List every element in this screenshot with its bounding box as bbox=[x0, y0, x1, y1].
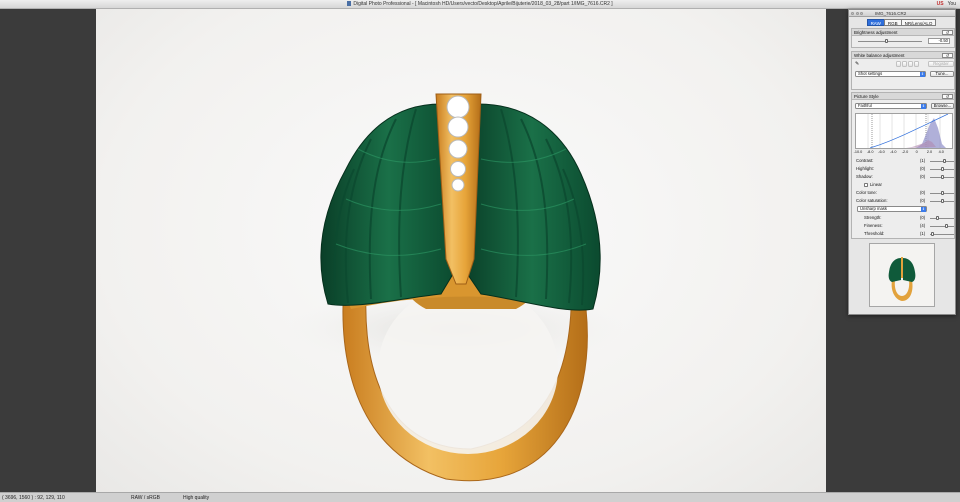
ring-photo bbox=[286, 93, 626, 482]
document-icon bbox=[347, 1, 352, 6]
zoom-icon[interactable] bbox=[860, 12, 863, 15]
color-saturation-label: Color saturation: bbox=[856, 198, 888, 203]
select-arrows-icon: ⇕ bbox=[921, 104, 926, 109]
highlight-value: (0) bbox=[920, 166, 926, 171]
hist-tick: 0 bbox=[915, 150, 918, 154]
user-menu[interactable]: You bbox=[948, 1, 956, 7]
picture-style-select-value: Faithful bbox=[858, 103, 872, 108]
picture-style-reset-icon[interactable]: ↺ bbox=[942, 93, 953, 99]
threshold-label: Threshold: bbox=[864, 231, 885, 236]
fineness-value: (4) bbox=[920, 223, 926, 228]
strength-slider[interactable] bbox=[930, 217, 954, 219]
select-arrows-icon: ⇕ bbox=[921, 207, 926, 212]
contrast-label: Contrast: bbox=[856, 158, 874, 163]
tool-palette: IMG_7616.CR2 RAW RGB NR/Lens/ALO Brightn… bbox=[848, 9, 956, 315]
photo-canvas[interactable] bbox=[96, 9, 826, 492]
picture-style-section: Picture Style ↺ Faithful ⇕ Browse... -10… bbox=[851, 92, 955, 239]
hist-tick: -8.0 bbox=[866, 150, 874, 154]
navigator-thumbnail[interactable] bbox=[869, 243, 935, 307]
window-title: Digital Photo Professional - [ Macintosh… bbox=[0, 1, 960, 7]
brightness-label: Brightness adjustment bbox=[854, 30, 898, 35]
tab-raw[interactable]: RAW bbox=[866, 19, 885, 26]
brightness-header: Brightness adjustment ↺ bbox=[852, 29, 954, 36]
wb-swatch-2 bbox=[902, 61, 907, 67]
highlight-label: Highlight: bbox=[856, 166, 874, 171]
picture-style-header: Picture Style ↺ bbox=[852, 93, 954, 100]
contrast-slider-thumb[interactable] bbox=[942, 158, 946, 163]
hist-tick: 4.0 bbox=[938, 150, 944, 154]
minimize-icon[interactable] bbox=[855, 12, 859, 15]
color-tone-slider-thumb[interactable] bbox=[940, 190, 944, 195]
hist-tick: -2.0 bbox=[901, 150, 909, 154]
fineness-slider[interactable] bbox=[930, 225, 954, 227]
palette-tabs: RAW RGB NR/Lens/ALO bbox=[849, 19, 955, 26]
hist-tick: -4.0 bbox=[889, 150, 897, 154]
color-saturation-value: (0) bbox=[920, 198, 926, 203]
hist-tick: -6.0 bbox=[878, 150, 885, 154]
threshold-slider-thumb[interactable] bbox=[930, 231, 934, 236]
highlight-slider-thumb[interactable] bbox=[940, 166, 944, 171]
hist-tick: -10.0 bbox=[853, 150, 863, 154]
image-viewer bbox=[0, 9, 960, 492]
wb-swatch-1 bbox=[896, 61, 901, 67]
shadow-slider-thumb[interactable] bbox=[940, 174, 944, 179]
wb-swatch-4 bbox=[914, 61, 919, 67]
format-info: RAW / sRGB bbox=[131, 495, 160, 501]
select-arrows-icon: ⇕ bbox=[920, 72, 925, 77]
linear-label: Linear bbox=[870, 182, 882, 187]
tone-curve-graph bbox=[867, 113, 949, 149]
sharpness-mode-select[interactable]: Unsharp mask ⇕ bbox=[857, 206, 927, 212]
white-balance-select[interactable]: Shot settings ⇕ bbox=[855, 71, 926, 77]
white-balance-select-value: Shot settings bbox=[858, 71, 883, 76]
hist-tick: 2.0 bbox=[926, 150, 933, 154]
threshold-value: (1) bbox=[920, 231, 926, 236]
palette-title: IMG_7616.CR2 bbox=[875, 11, 907, 16]
picture-style-label: Picture Style bbox=[854, 94, 879, 99]
strength-label: Strength: bbox=[864, 215, 882, 220]
palette-titlebar[interactable]: IMG_7616.CR2 bbox=[849, 10, 955, 17]
brightness-slider[interactable] bbox=[858, 40, 922, 42]
register-button[interactable]: Register bbox=[928, 61, 954, 67]
flag-icon[interactable]: US bbox=[937, 1, 944, 7]
eyedropper-icon[interactable]: ✎ bbox=[855, 61, 862, 67]
tune-button[interactable]: Tune... bbox=[930, 71, 954, 77]
color-tone-value: (0) bbox=[920, 190, 926, 195]
linear-checkbox[interactable] bbox=[864, 182, 868, 187]
browse-button[interactable]: Browse... bbox=[931, 103, 954, 109]
shadow-label: Shadow: bbox=[856, 174, 873, 179]
menubar-extras: US You bbox=[937, 1, 956, 7]
sharpness-mode-value: Unsharp mask bbox=[860, 206, 887, 211]
window-titlebar: Digital Photo Professional - [ Macintosh… bbox=[0, 0, 960, 9]
strength-value: (0) bbox=[920, 215, 926, 220]
brightness-reset-icon[interactable]: ↺ bbox=[942, 29, 953, 35]
contrast-value: (1) bbox=[920, 158, 926, 163]
brightness-value[interactable]: -0.50 bbox=[928, 38, 950, 44]
tone-curve-histogram[interactable] bbox=[855, 113, 953, 149]
shadow-value: (0) bbox=[920, 174, 926, 179]
histogram-axis: -10.0 -8.0 -6.0 -4.0 -2.0 0 2.0 4.0 bbox=[853, 150, 953, 155]
white-balance-section: White balance adjustment ↺ ✎ Register Sh… bbox=[851, 51, 955, 90]
status-bar: ( 3696, 1560 ) : 92, 129, 110 RAW / sRGB… bbox=[0, 492, 960, 502]
strength-slider-thumb[interactable] bbox=[935, 215, 939, 220]
close-icon[interactable] bbox=[851, 12, 854, 15]
quality-info: High quality bbox=[183, 495, 210, 501]
color-tone-label: Color tone: bbox=[856, 190, 878, 195]
tab-rgb[interactable]: RGB bbox=[883, 19, 902, 26]
white-balance-label: White balance adjustment bbox=[854, 53, 905, 58]
fineness-slider-thumb[interactable] bbox=[945, 223, 949, 228]
color-saturation-slider-thumb[interactable] bbox=[940, 198, 944, 203]
wb-swatch-3 bbox=[908, 61, 913, 67]
brightness-slider-thumb[interactable] bbox=[885, 38, 889, 43]
white-balance-reset-icon[interactable]: ↺ bbox=[942, 52, 953, 58]
pixel-coords: ( 3696, 1560 ) : 92, 129, 110 bbox=[2, 495, 65, 501]
white-balance-header: White balance adjustment ↺ bbox=[852, 52, 954, 59]
navigator-ring-preview bbox=[870, 244, 934, 306]
picture-style-select[interactable]: Faithful ⇕ bbox=[855, 103, 927, 109]
brightness-section: Brightness adjustment ↺ -0.50 bbox=[851, 28, 955, 48]
tab-nr-lens-alo[interactable]: NR/Lens/ALO bbox=[900, 19, 937, 26]
fineness-label: Fineness: bbox=[864, 223, 883, 228]
window-title-text: Digital Photo Professional - [ Macintosh… bbox=[353, 1, 613, 7]
